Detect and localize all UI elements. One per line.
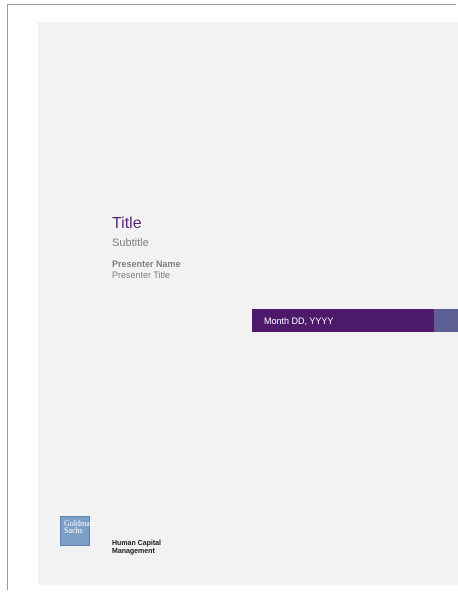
division-name: Human Capital Management <box>112 540 161 556</box>
date-text: Month DD, YYYY <box>264 315 334 326</box>
title-block: Title Subtitle Presenter Name Presenter … <box>112 214 181 281</box>
division-line-1: Human Capital <box>112 540 162 547</box>
goldman-sachs-logo: Goldman Sachs <box>60 516 94 546</box>
slide-title: Title <box>112 215 142 232</box>
slide-subtitle: Subtitle <box>112 237 149 249</box>
date-accent-block <box>434 309 458 332</box>
logo-word-sachs: Sachs <box>64 526 83 535</box>
presenter-name: Presenter Name <box>112 259 181 269</box>
division-line-2: Management <box>112 548 155 555</box>
presenter-title: Presenter Title <box>112 270 171 280</box>
slide: Title Subtitle Presenter Name Presenter … <box>38 22 458 585</box>
page-frame: Title Subtitle Presenter Name Presenter … <box>7 4 458 590</box>
date-bar: Month DD, YYYY <box>252 309 434 332</box>
